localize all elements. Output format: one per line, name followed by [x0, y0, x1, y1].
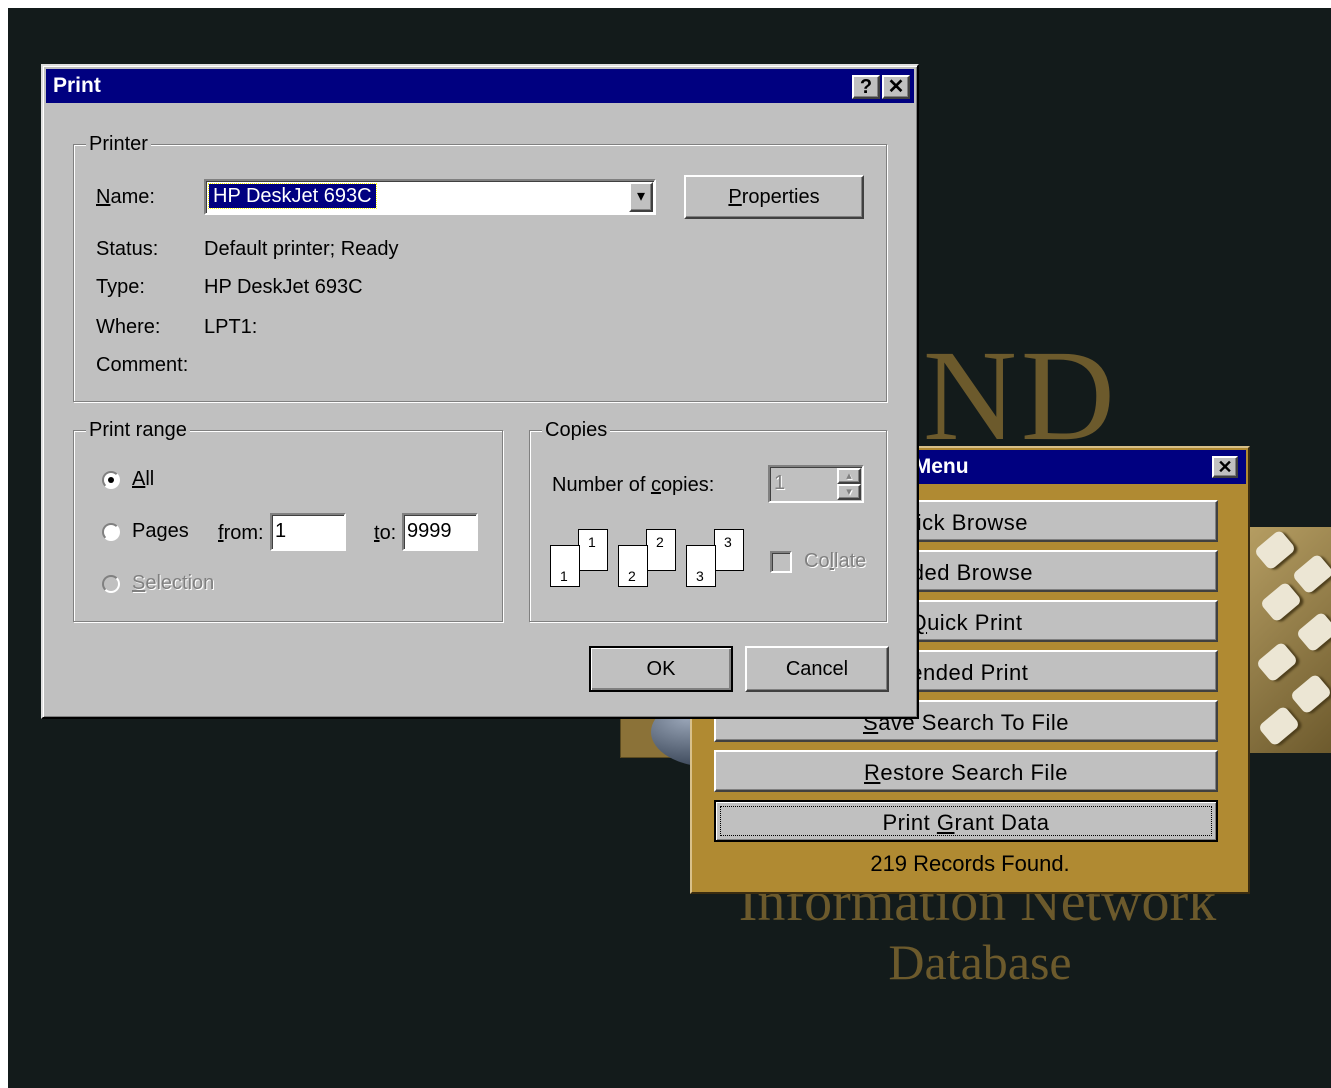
print-range-selection-radio [102, 575, 120, 593]
type-value: HP DeskJet 693C [204, 276, 363, 298]
status-label: Status: [96, 238, 159, 260]
ok-button[interactable]: OK [589, 646, 733, 692]
cancel-button[interactable]: Cancel [745, 646, 889, 692]
printer-group: Printer Name: HP DeskJet 693C ▾ Properti… [73, 132, 887, 402]
print-range-all-radio[interactable] [102, 471, 120, 489]
printer-name-value: HP DeskJet 693C [208, 183, 377, 209]
printer-name-label: Name: [96, 186, 155, 208]
collate-label: Collate [804, 550, 867, 572]
printer-group-title: Printer [86, 132, 151, 156]
close-icon[interactable]: ✕ [882, 75, 910, 99]
from-page-value: 1 [275, 520, 287, 542]
restore-search-file-button[interactable]: Restore Search File [714, 750, 1218, 792]
copies-value: 1 [774, 472, 786, 494]
help-icon[interactable]: ? [852, 75, 880, 99]
close-icon[interactable]: ✕ [1212, 456, 1238, 478]
where-label: Where: [96, 316, 161, 338]
print-dialog-title: Print [53, 74, 101, 97]
print-range-group: Print range All Pages from: 1 to: 9999 S… [73, 418, 503, 622]
desktop-background: ND Information Network Database le Brows… [8, 8, 1331, 1088]
print-range-pages-radio[interactable] [102, 523, 120, 541]
collate-checkbox [770, 551, 792, 573]
print-grant-data-button[interactable]: Print Grant Data [714, 800, 1218, 842]
copies-spinner: 1 ▴ ▾ [768, 465, 864, 503]
print-range-group-title: Print range [86, 418, 190, 442]
from-page-input[interactable]: 1 [270, 513, 346, 551]
print-dialog-titlebar[interactable]: Print ? ✕ [46, 69, 914, 103]
chevron-down-icon[interactable]: ▾ [629, 182, 653, 212]
to-page-input[interactable]: 9999 [402, 513, 478, 551]
collate-pages-icon: 1 1 2 2 3 3 [550, 527, 750, 591]
where-value: LPT1: [204, 316, 258, 338]
from-label: from: [218, 522, 264, 544]
print-range-pages-label[interactable]: Pages [132, 519, 189, 543]
printer-name-select[interactable]: HP DeskJet 693C ▾ [204, 179, 656, 215]
records-found-status: 219 Records Found. [870, 851, 1070, 876]
comment-label: Comment: [96, 354, 189, 376]
print-dialog: Print ? ✕ Printer Name: HP DeskJet 693C … [41, 64, 919, 719]
properties-button[interactable]: Properties [684, 175, 864, 219]
print-range-selection-label: Selection [132, 572, 215, 594]
to-label: to: [374, 522, 397, 544]
number-of-copies-label: Number of copies: [552, 474, 715, 496]
splash-database-label: Database [888, 934, 1072, 990]
status-value: Default printer; Ready [204, 238, 399, 260]
copies-group: Copies Number of copies: 1 ▴ ▾ 1 1 2 2 3… [529, 418, 887, 622]
splash-keyboard-image [1250, 527, 1331, 753]
splash-title-letters: ND [923, 326, 1119, 466]
type-label: Type: [96, 276, 145, 298]
to-page-value: 9999 [407, 520, 452, 542]
copies-group-title: Copies [542, 418, 611, 442]
print-range-all-label[interactable]: All [132, 467, 154, 491]
spin-down-icon: ▾ [837, 484, 861, 500]
spin-up-icon: ▴ [837, 468, 861, 484]
